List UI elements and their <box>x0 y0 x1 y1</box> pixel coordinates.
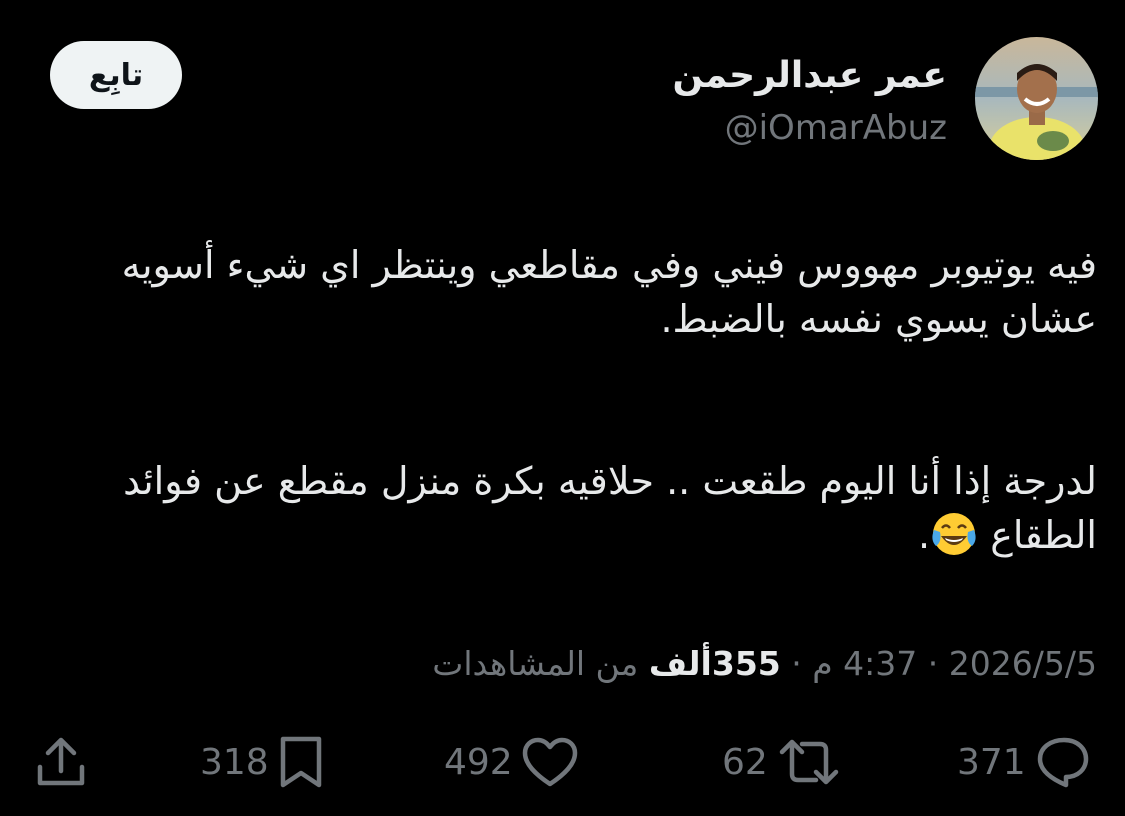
avatar[interactable] <box>975 37 1098 160</box>
views-label: من المشاهدات <box>432 644 639 683</box>
reply-icon <box>1037 737 1088 788</box>
follow-button[interactable]: تابِع <box>50 41 182 109</box>
tweet-paragraph-2: لدرجة إذا أنا اليوم طقعت .. حلاقيه بكرة … <box>87 454 1097 562</box>
tweet-time[interactable]: 4:37 م <box>812 644 917 683</box>
like-button[interactable]: 492 <box>444 730 579 794</box>
reply-button[interactable]: 371 <box>957 730 1090 794</box>
tweet-meta: 2026/5/5 · 4:37 م · 355ألف من المشاهدات <box>432 640 1097 688</box>
meta-separator: · <box>791 644 802 683</box>
profile-photo-icon <box>975 37 1098 160</box>
face-with-tears-of-joy-icon <box>932 513 976 555</box>
bookmark-button[interactable]: 318 <box>200 730 325 794</box>
tweet-text: فيه يوتيوبر مهووس فيني وفي مقاطعي وينتظر… <box>87 238 1097 562</box>
reply-count: 371 <box>957 741 1026 783</box>
bookmark-icon <box>280 736 321 788</box>
tweet-paragraph-1: فيه يوتيوبر مهووس فيني وفي مقاطعي وينتظر… <box>121 243 1097 341</box>
views-count: 355ألف <box>648 644 781 683</box>
repost-button[interactable]: 62 <box>722 730 842 794</box>
share-button[interactable] <box>34 730 88 794</box>
author-handle[interactable]: @iOmarAbuz <box>725 104 947 152</box>
share-icon <box>37 737 85 786</box>
meta-separator: · <box>927 644 939 683</box>
tweet-paragraph-2-end: . <box>918 513 931 557</box>
like-count: 492 <box>444 741 513 783</box>
repost-count: 62 <box>722 741 768 783</box>
tweet-date[interactable]: 2026/5/5 <box>949 644 1097 683</box>
heart-icon <box>522 737 577 787</box>
repost-icon <box>779 739 839 785</box>
bookmark-count: 318 <box>200 741 269 783</box>
author-display-name[interactable]: عمر عبدالرحمن <box>673 52 947 100</box>
